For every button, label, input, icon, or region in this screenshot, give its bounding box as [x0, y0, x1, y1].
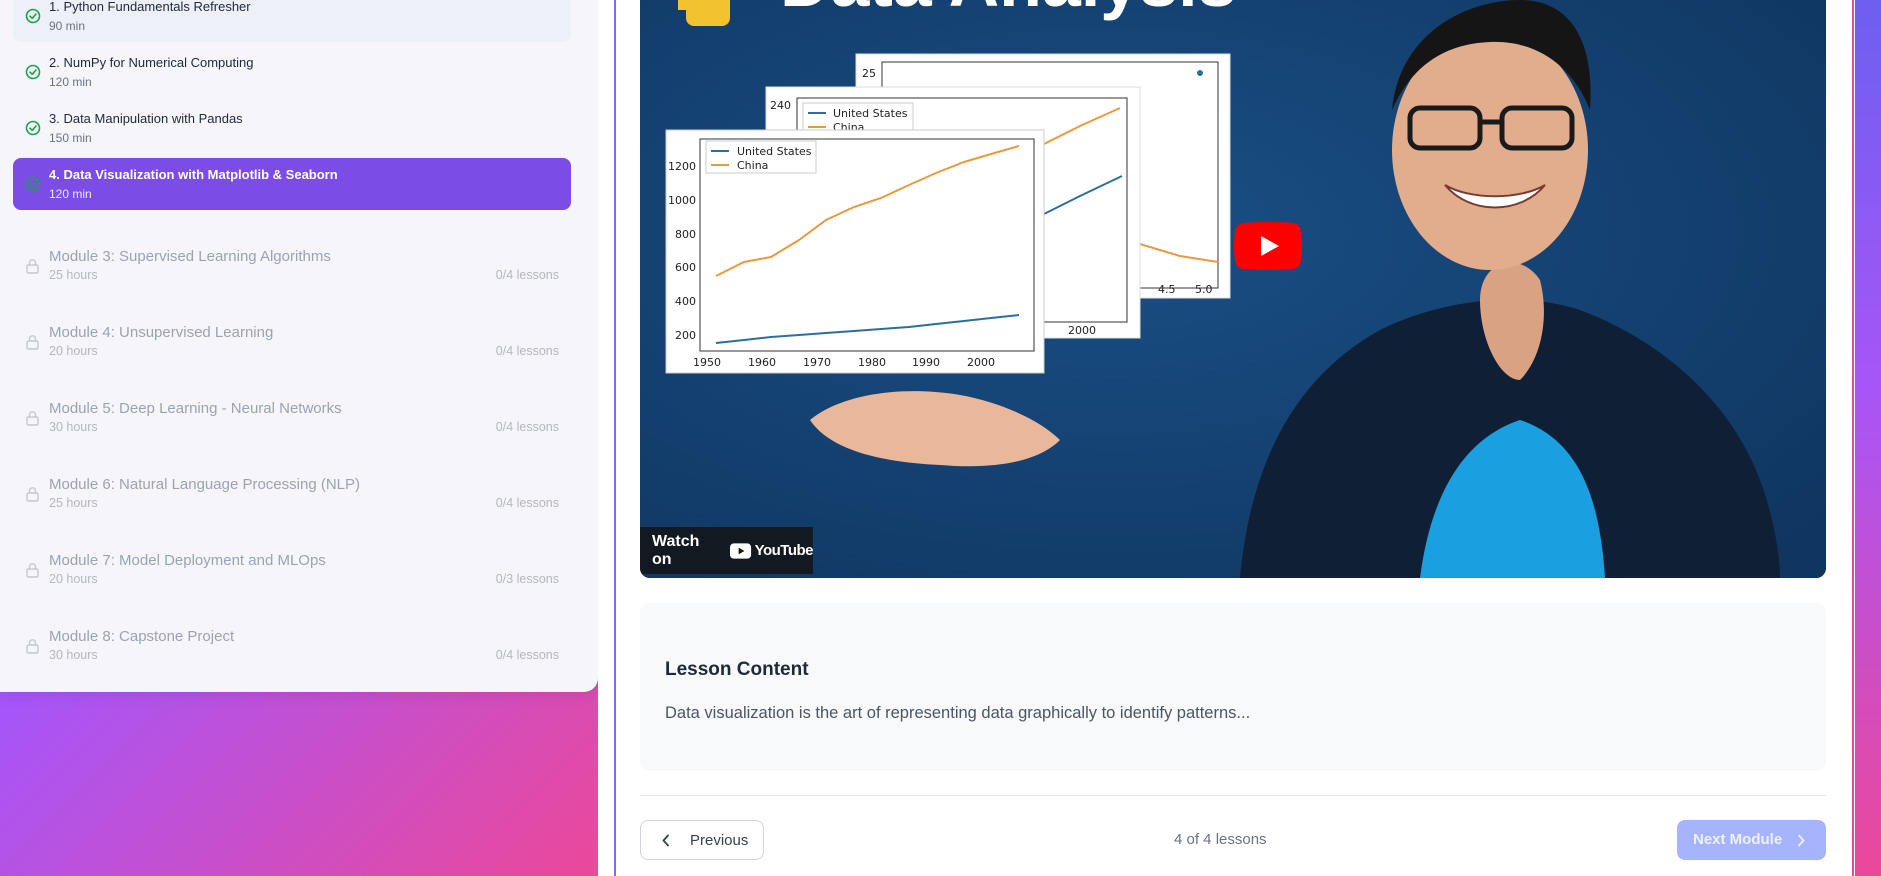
- chart-tick: 1950: [693, 356, 721, 369]
- next-module-label: Next Module: [1693, 831, 1783, 848]
- module-hours: 30 hours: [49, 648, 98, 662]
- chart-tick: 1990: [912, 356, 940, 369]
- module-title: Module 7: Model Deployment and MLOps: [49, 552, 326, 569]
- next-module-button[interactable]: Next Module: [1677, 820, 1826, 860]
- legend-label: China: [737, 159, 768, 172]
- module-item-locked[interactable]: Module 8: Capstone Project 30 hours 0/4 …: [13, 618, 571, 674]
- check-circle-icon: [25, 8, 41, 24]
- play-button-icon[interactable]: [1234, 222, 1302, 270]
- divider: [640, 795, 1826, 796]
- chart-tick: 800: [675, 228, 696, 241]
- chart-tick: 25: [862, 67, 876, 80]
- module-hours: 25 hours: [49, 496, 98, 510]
- legend-label: United States: [737, 145, 812, 158]
- chart-tick: 1970: [803, 356, 831, 369]
- chart-tick: 1000: [668, 194, 696, 207]
- lesson-item[interactable]: 3. Data Manipulation with Pandas 150 min: [13, 102, 571, 154]
- module-hours: 20 hours: [49, 344, 98, 358]
- module-item-locked[interactable]: Module 6: Natural Language Processing (N…: [13, 466, 571, 522]
- lesson-duration: 120 min: [49, 75, 92, 89]
- chart-tick: 4.5: [1158, 283, 1176, 296]
- lesson-duration: 120 min: [49, 187, 92, 201]
- module-hours: 20 hours: [49, 572, 98, 586]
- module-item-locked[interactable]: Module 5: Deep Learning - Neural Network…: [13, 390, 571, 446]
- module-lesson-count: 0/4 lessons: [495, 344, 559, 358]
- module-title: Module 5: Deep Learning - Neural Network…: [49, 400, 342, 417]
- check-circle-icon: [25, 176, 41, 192]
- module-hours: 30 hours: [49, 420, 98, 434]
- check-circle-icon: [25, 120, 41, 136]
- lesson-content-title: Lesson Content: [665, 659, 809, 680]
- youtube-logo-icon: [730, 542, 752, 559]
- module-title: Module 4: Unsupervised Learning: [49, 324, 274, 341]
- module-title: Module 3: Supervised Learning Algorithms: [49, 248, 331, 265]
- chart-tick: 1200: [668, 160, 696, 173]
- lesson-title: 4. Data Visualization with Matplotlib & …: [49, 167, 338, 182]
- lock-icon: [26, 335, 39, 350]
- chart-tick: 600: [675, 261, 696, 274]
- chart-tick: 200: [675, 329, 696, 342]
- check-circle-icon: [25, 64, 41, 80]
- lesson-title: 2. NumPy for Numerical Computing: [49, 55, 254, 70]
- watch-on-label: Watch on: [652, 532, 700, 568]
- module-title: Module 8: Capstone Project: [49, 628, 235, 645]
- lesson-item[interactable]: 1. Python Fundamentals Refresher 90 min: [13, 0, 571, 42]
- module-item-locked[interactable]: Module 4: Unsupervised Learning 20 hours…: [13, 314, 571, 370]
- course-sidebar: 1. Python Fundamentals Refresher 90 min …: [0, 0, 598, 692]
- module-lesson-count: 0/3 lessons: [495, 572, 559, 586]
- module-lesson-count: 0/4 lessons: [495, 268, 559, 282]
- chart-tick: 1960: [748, 356, 776, 369]
- chart-tick: 400: [675, 295, 696, 308]
- module-hours: 25 hours: [49, 268, 98, 282]
- overlay-title: Data Analysis: [780, 0, 1237, 21]
- chart-tick: 2000: [967, 356, 995, 369]
- lock-icon: [26, 259, 39, 274]
- lesson-progress-text: 4 of 4 lessons: [1174, 831, 1267, 848]
- lesson-content-text: Data visualization is the art of represe…: [665, 704, 1251, 722]
- module-item-locked[interactable]: Module 7: Model Deployment and MLOps 20 …: [13, 542, 571, 598]
- module-title: Module 6: Natural Language Processing (N…: [49, 476, 361, 493]
- lesson-content-card: Lesson Content Data visualization is the…: [640, 603, 1826, 771]
- module-lesson-count: 0/4 lessons: [495, 648, 559, 662]
- lesson-item[interactable]: 2. NumPy for Numerical Computing 120 min: [13, 46, 571, 98]
- module-lesson-count: 0/4 lessons: [495, 420, 559, 434]
- watch-on-youtube-button[interactable]: Watch on YouTube: [640, 527, 814, 574]
- lesson-title: 3. Data Manipulation with Pandas: [49, 111, 243, 126]
- chart-tick: 2000: [1068, 324, 1096, 337]
- module-item-locked[interactable]: Module 3: Supervised Learning Algorithms…: [13, 238, 571, 294]
- chart-tick: 1980: [858, 356, 886, 369]
- chart-tick: 5.0: [1195, 283, 1213, 296]
- previous-label: Previous: [690, 832, 749, 849]
- lock-icon: [26, 639, 39, 654]
- video-thumbnail: Data Analysis 25 4.5 5.0 240 2000 United…: [640, 0, 1826, 578]
- lock-icon: [26, 487, 39, 502]
- lock-icon: [26, 563, 39, 578]
- previous-button[interactable]: Previous: [640, 820, 764, 860]
- video-player[interactable]: Data Analysis 25 4.5 5.0 240 2000 United…: [640, 0, 1826, 578]
- chart-tick: 240: [770, 99, 791, 112]
- module-lesson-count: 0/4 lessons: [495, 496, 559, 510]
- chevron-left-icon: [662, 834, 669, 847]
- lesson-item-active[interactable]: 4. Data Visualization with Matplotlib & …: [13, 158, 571, 210]
- chevron-right-icon: [1798, 834, 1805, 847]
- youtube-label: YouTube: [754, 542, 814, 559]
- lock-icon: [26, 411, 39, 426]
- lesson-duration: 90 min: [49, 19, 86, 33]
- lesson-duration: 150 min: [49, 131, 92, 145]
- lesson-title: 1. Python Fundamentals Refresher: [49, 0, 251, 14]
- legend-label: United States: [833, 107, 908, 120]
